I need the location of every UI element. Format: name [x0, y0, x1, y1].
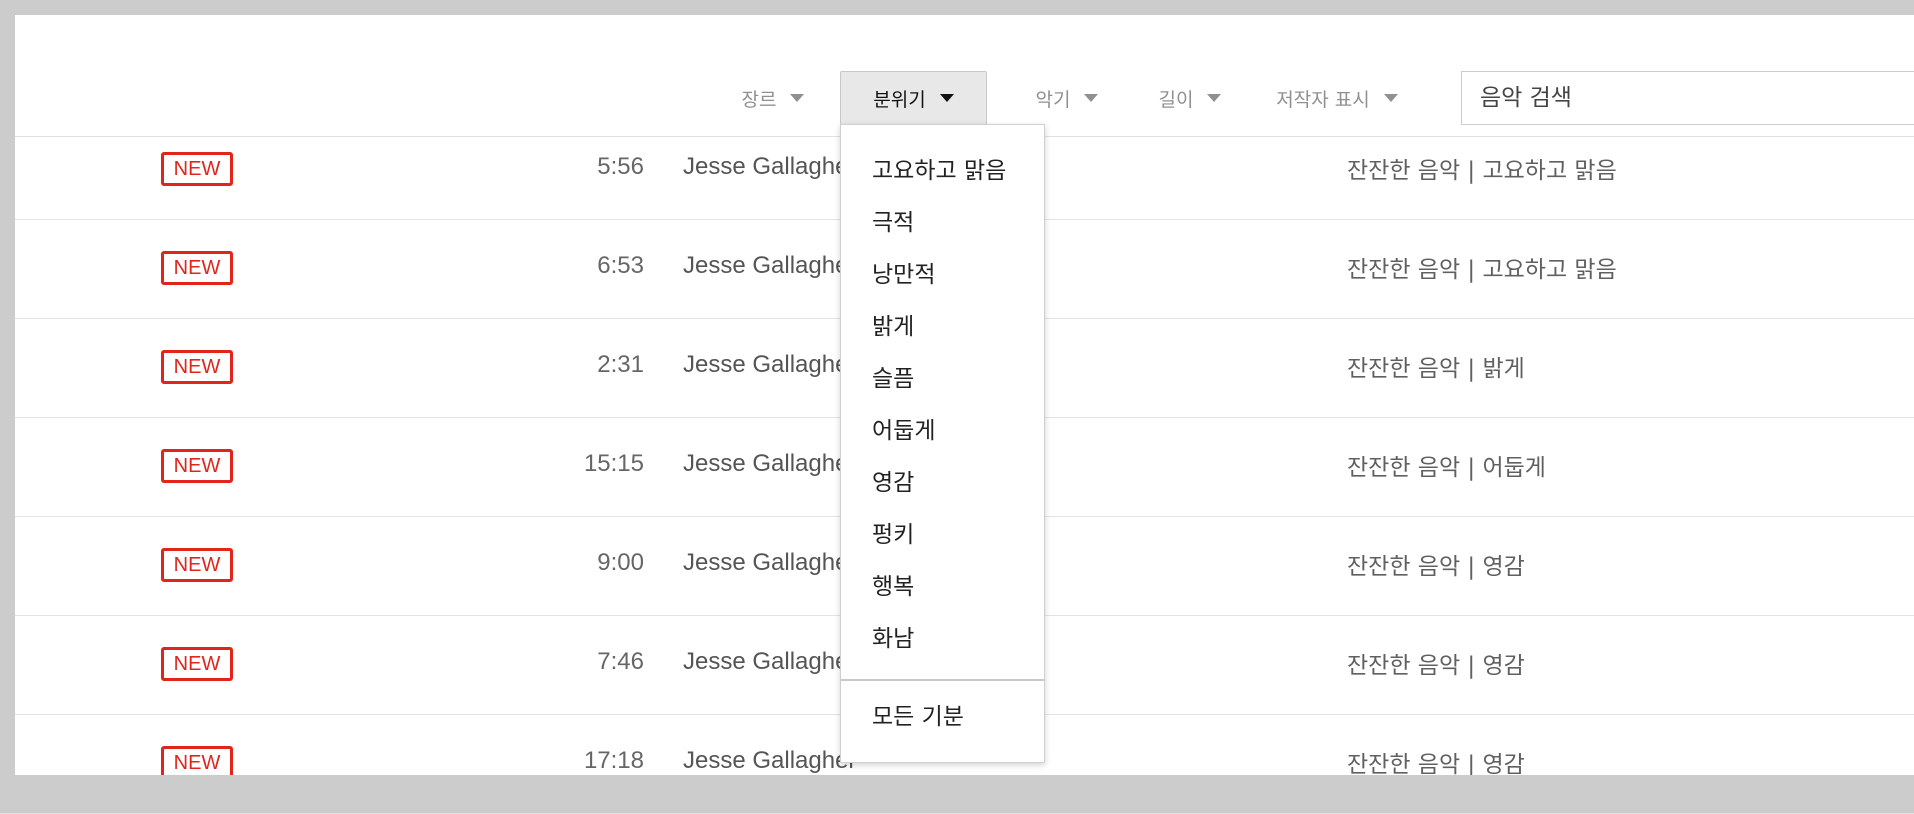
- frame-corner-text: …: [2, 0, 16, 4]
- mood-option-angry[interactable]: 화남: [841, 613, 1044, 665]
- filter-attribution[interactable]: 저작자 표시: [1262, 71, 1412, 125]
- mood-option-calm[interactable]: 고요하고 맑음: [841, 145, 1044, 197]
- track-artist[interactable]: Jesse Gallagher: [683, 747, 856, 775]
- new-badge: NEW: [161, 350, 233, 384]
- track-artist[interactable]: Jesse Gallagher: [683, 549, 856, 577]
- filter-genre[interactable]: 장르: [725, 71, 821, 125]
- track-tags: 잔잔한 음악 | 고요하고 맑음: [1347, 257, 1617, 283]
- frame-border-left: [0, 0, 15, 790]
- track-duration: 2:31: [597, 351, 644, 378]
- track-tags: 잔잔한 음악 | 어둡게: [1347, 455, 1546, 481]
- chevron-down-icon: [939, 94, 954, 102]
- search-input[interactable]: [1461, 71, 1914, 125]
- frame-border-top: [0, 0, 1914, 15]
- chevron-down-icon: [1084, 94, 1099, 102]
- track-artist[interactable]: Jesse Gallagher: [683, 252, 856, 280]
- filter-mood[interactable]: 분위기: [840, 71, 987, 125]
- chevron-down-icon: [790, 94, 805, 102]
- new-badge: NEW: [161, 251, 233, 285]
- track-tags: 잔잔한 음악 | 영감: [1347, 752, 1525, 778]
- filter-mood-label: 분위기: [873, 88, 926, 111]
- filter-bar: 장르 분위기 악기 길이 저작자 표시: [15, 15, 1914, 137]
- track-artist[interactable]: Jesse Gallagher: [683, 648, 856, 676]
- track-tags: 잔잔한 음악 | 영감: [1347, 554, 1525, 580]
- chevron-down-icon: [1383, 94, 1398, 102]
- filter-instrument-label: 악기: [1035, 88, 1071, 111]
- mood-option-dark[interactable]: 어둡게: [841, 405, 1044, 457]
- mood-option-all[interactable]: 모든 기분: [841, 691, 1044, 743]
- mood-option-inspirational[interactable]: 영감: [841, 457, 1044, 509]
- new-badge: NEW: [161, 647, 233, 681]
- new-badge: NEW: [161, 548, 233, 582]
- filter-length-label: 길이: [1158, 88, 1194, 111]
- track-duration: 15:15: [583, 450, 644, 477]
- track-tags: 잔잔한 음악 | 고요하고 맑음: [1347, 158, 1617, 184]
- frame-border-bottom: [0, 775, 1914, 790]
- new-badge: NEW: [161, 449, 233, 483]
- chevron-down-icon: [1207, 94, 1222, 102]
- filter-instrument[interactable]: 악기: [1012, 71, 1122, 125]
- track-duration: 7:46: [597, 648, 644, 675]
- mood-options-list: 고요하고 맑음 극적 낭만적 밝게 슬픔 어둡게 영감 펑키 행복 화남: [841, 125, 1044, 665]
- track-duration: 9:00: [597, 549, 644, 576]
- track-tags: 잔잔한 음악 | 밝게: [1347, 356, 1525, 382]
- track-artist[interactable]: Jesse Gallagher: [683, 153, 856, 181]
- mood-option-funky[interactable]: 펑키: [841, 509, 1044, 561]
- filter-attribution-label: 저작자 표시: [1276, 88, 1370, 111]
- filter-length[interactable]: 길이: [1140, 71, 1240, 125]
- mood-option-dramatic[interactable]: 극적: [841, 197, 1044, 249]
- track-artist[interactable]: Jesse Gallagher: [683, 351, 856, 379]
- track-duration: 6:53: [597, 252, 644, 279]
- mood-option-bright[interactable]: 밝게: [841, 301, 1044, 353]
- new-badge: NEW: [161, 152, 233, 186]
- mood-option-romantic[interactable]: 낭만적: [841, 249, 1044, 301]
- mood-option-happy[interactable]: 행복: [841, 561, 1044, 613]
- mood-dropdown-menu: 고요하고 맑음 극적 낭만적 밝게 슬픔 어둡게 영감 펑키 행복 화남 모든 …: [840, 124, 1045, 763]
- mood-option-sad[interactable]: 슬픔: [841, 353, 1044, 405]
- track-artist[interactable]: Jesse Gallagher: [683, 450, 856, 478]
- track-duration: 5:56: [597, 153, 644, 180]
- dropdown-divider: [841, 679, 1044, 681]
- filter-genre-label: 장르: [741, 88, 777, 111]
- track-tags: 잔잔한 음악 | 영감: [1347, 653, 1525, 679]
- track-duration: 17:18: [583, 747, 644, 774]
